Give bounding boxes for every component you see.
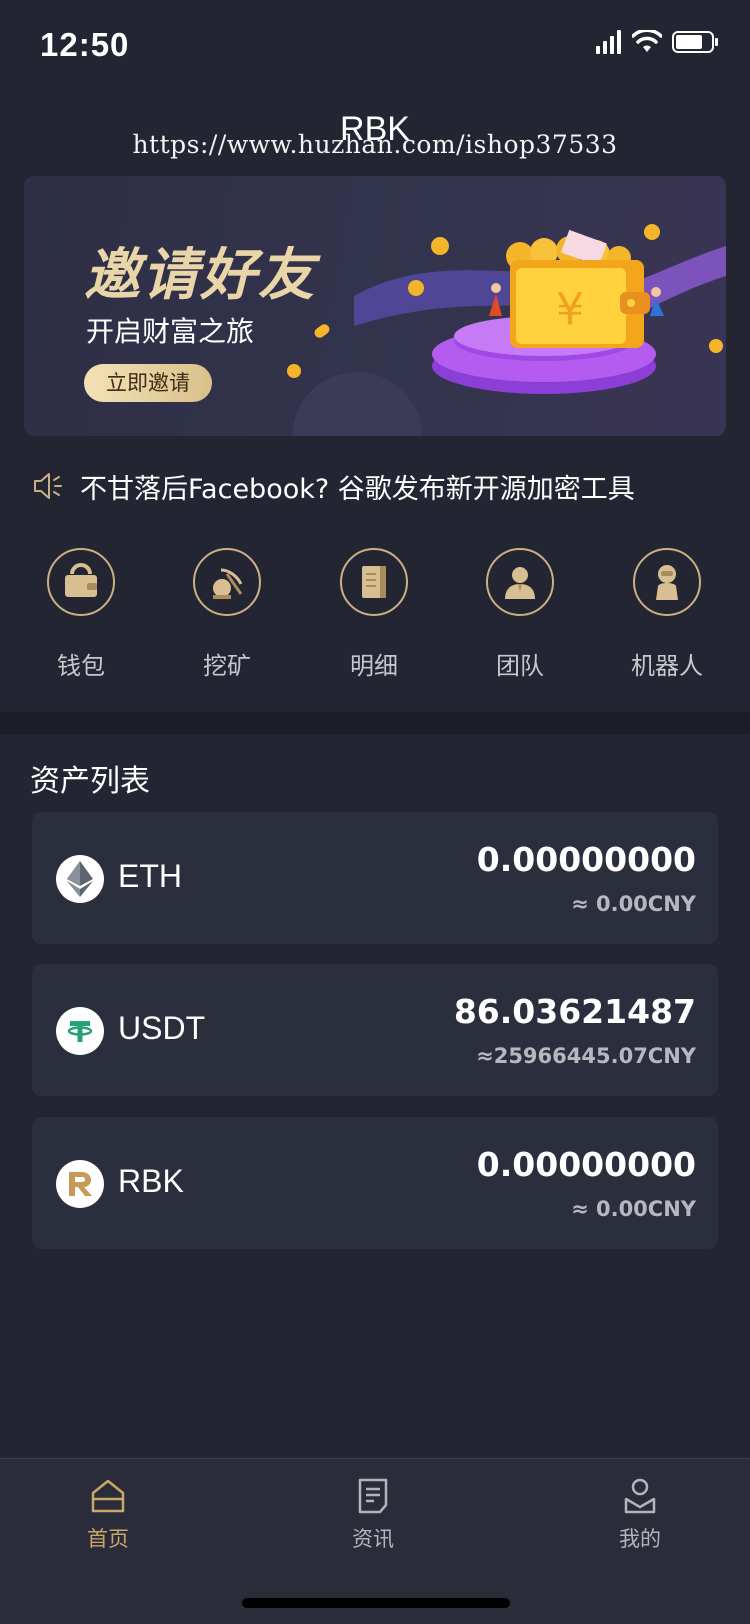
eth-icon [56, 855, 104, 903]
tab-label: 我的 [619, 1527, 661, 1551]
status-bar: 12:50 [0, 0, 750, 90]
asset-amount: 86.03621487 [453, 992, 696, 1031]
status-icons [596, 30, 720, 54]
menu-item-details[interactable]: 明细 [314, 548, 434, 681]
home-indicator [242, 1598, 510, 1608]
invite-now-button[interactable]: 立即邀请 [84, 364, 212, 402]
news-ticker[interactable]: 不甘落后Facebook? 谷歌发布新开源加密工具 [32, 466, 732, 506]
home-icon [91, 1479, 125, 1513]
asset-symbol: USDT [118, 1010, 206, 1046]
asset-card-usdt[interactable]: USDT 86.03621487 ≈25966445.07CNY [32, 964, 718, 1096]
menu-icon-circle [486, 548, 554, 616]
banner-subtitle: 开启财富之旅 [86, 315, 255, 348]
news-icon [358, 1478, 388, 1514]
asset-cny-value: ≈ 0.00CNY [571, 892, 696, 916]
asset-cny-value: ≈ 0.00CNY [571, 1197, 696, 1221]
asset-cny-value: ≈25966445.07CNY [476, 1044, 696, 1068]
menu-label: 挖矿 [203, 652, 251, 680]
usdt-icon [56, 1007, 104, 1055]
wifi-icon [632, 30, 662, 52]
menu-label: 钱包 [57, 652, 105, 680]
menu-item-robot[interactable]: 机器人 [607, 548, 727, 681]
banner-title: 邀请好友 [84, 243, 316, 308]
menu-icon-circle [340, 548, 408, 616]
invite-banner[interactable]: 邀请好友 开启财富之旅 立即邀请 ¥ [24, 176, 726, 436]
section-divider [0, 712, 750, 734]
robot-icon [656, 565, 678, 600]
menu-icon-circle [193, 548, 261, 616]
asset-amount: 0.00000000 [476, 840, 696, 879]
menu-label: 团队 [496, 652, 544, 680]
wallet-illustration: ¥ [354, 224, 726, 394]
menu-icon-circle [633, 548, 701, 616]
tab-label: 资讯 [352, 1527, 394, 1551]
menu-label: 明细 [350, 652, 398, 680]
tab-profile[interactable]: 我的 [580, 1477, 700, 1553]
menu-item-wallet[interactable]: 钱包 [21, 548, 141, 681]
asset-symbol: RBK [118, 1163, 184, 1199]
team-icon [505, 567, 535, 599]
speaker-icon [34, 473, 62, 499]
profile-icon [624, 1478, 656, 1514]
tab-label: 首页 [87, 1527, 129, 1551]
asset-card-eth[interactable]: ETH 0.00000000 ≈ 0.00CNY [32, 812, 718, 944]
yuan-symbol: ¥ [556, 284, 584, 335]
wallet-icon [65, 563, 97, 597]
rbk-icon [56, 1160, 104, 1208]
asset-list-title: 资产列表 [30, 764, 150, 799]
menu-label: 机器人 [631, 652, 703, 680]
asset-symbol: ETH [118, 858, 182, 894]
status-time: 12:50 [40, 26, 130, 63]
asset-amount: 0.00000000 [476, 1145, 696, 1184]
menu-item-team[interactable]: 团队 [460, 548, 580, 681]
tab-home[interactable]: 首页 [48, 1477, 168, 1553]
coin-decor [312, 322, 332, 340]
menu-icon-circle [47, 548, 115, 616]
news-ticker-text: 不甘落后Facebook? 谷歌发布新开源加密工具 [80, 473, 635, 505]
watermark-text: https://www.huzhan.com/ishop37533 [132, 130, 618, 159]
tab-news[interactable]: 资讯 [313, 1477, 433, 1553]
coin-decor [287, 364, 301, 378]
quick-menu: 钱包 挖矿 明细 团队 机器人 [0, 548, 750, 680]
signal-icon [596, 30, 621, 54]
battery-icon [672, 31, 718, 53]
menu-item-mining[interactable]: 挖矿 [167, 548, 287, 681]
pickaxe-icon [213, 568, 243, 599]
asset-card-rbk[interactable]: RBK 0.00000000 ≈ 0.00CNY [32, 1117, 718, 1249]
ledger-icon [362, 566, 386, 598]
